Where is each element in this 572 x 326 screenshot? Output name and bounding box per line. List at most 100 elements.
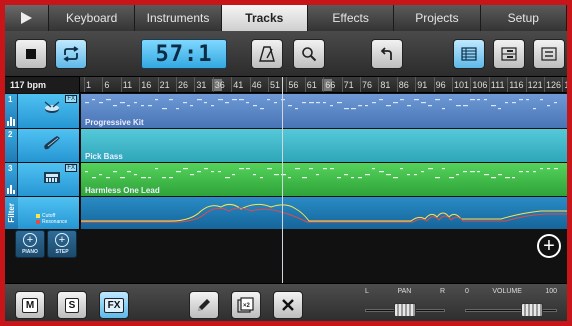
filter-header-body[interactable]: Cutoff Resonance xyxy=(18,197,79,229)
note-mark xyxy=(456,174,459,176)
position-display: 57:1 xyxy=(141,39,227,69)
add-track-button[interactable]: + xyxy=(537,234,561,258)
note-mark xyxy=(162,177,166,179)
tab-instruments[interactable]: Instruments xyxy=(135,5,222,31)
zoom-button[interactable] xyxy=(293,39,325,69)
stop-button[interactable] xyxy=(15,39,47,69)
note-mark xyxy=(337,102,342,104)
fx-indicator[interactable]: FX xyxy=(65,95,77,103)
tab-keyboard[interactable]: Keyboard xyxy=(49,5,136,31)
note-mark xyxy=(512,177,515,179)
piano-roll-button[interactable]: + PIANO xyxy=(15,230,45,258)
timeline-ruler[interactable]: 1 6 11 16 21 26 31 36 41 46 51 56 61 66 71 76 81 86 91 96 10… xyxy=(80,77,567,93)
tab-setup[interactable]: Setup xyxy=(480,5,567,31)
synth-icon xyxy=(44,172,60,183)
note-mark xyxy=(351,177,354,179)
note-mark xyxy=(344,108,349,110)
pan-knob[interactable] xyxy=(394,303,416,317)
note-mark xyxy=(484,99,487,101)
note-mark xyxy=(204,102,207,104)
loop-icon xyxy=(63,46,79,62)
track-name: Progressive Kit xyxy=(85,118,144,127)
track-lane-1[interactable]: Progressive Kit xyxy=(81,94,567,128)
note-mark xyxy=(120,177,125,179)
close-icon xyxy=(282,299,294,311)
loop-button[interactable] xyxy=(55,39,87,69)
track-header-body[interactable]: FX xyxy=(18,163,79,196)
step-sequencer-button[interactable]: + STEP xyxy=(47,230,77,258)
note-mark xyxy=(351,108,356,110)
track-header-body[interactable]: FX xyxy=(18,94,79,128)
tab-tracks[interactable]: Tracks xyxy=(221,5,308,31)
fx-button[interactable]: FX xyxy=(99,291,129,319)
solo-button[interactable]: S xyxy=(57,291,87,319)
note-mark xyxy=(246,102,249,104)
volume-slider[interactable]: 0 VOLUME 100 xyxy=(465,288,557,321)
ruler-tick: 121 xyxy=(525,77,543,92)
note-mark xyxy=(484,174,489,176)
filter-lane[interactable] xyxy=(81,197,567,229)
filter-header[interactable]: Filter Cutoff Resonance xyxy=(5,197,80,229)
note-mark xyxy=(519,99,523,101)
track-view-button[interactable] xyxy=(453,39,485,69)
note-mark xyxy=(407,174,410,176)
note-mark xyxy=(393,102,398,104)
note-mark xyxy=(197,99,202,101)
note-mark xyxy=(379,171,384,173)
pan-label: PAN xyxy=(397,288,412,295)
track-side-strip: 3 xyxy=(5,163,18,196)
note-mark xyxy=(225,102,229,104)
track-header-3[interactable]: 3 FX xyxy=(5,163,80,196)
note-mark xyxy=(162,108,167,110)
note-mark xyxy=(127,105,130,107)
fx-indicator[interactable]: FX xyxy=(65,164,77,172)
note-mark xyxy=(155,99,158,101)
track-lane-2[interactable]: Pick Bass xyxy=(81,129,567,162)
volume-knob[interactable] xyxy=(521,303,543,317)
note-mark xyxy=(120,102,125,104)
mute-button[interactable]: M xyxy=(15,291,45,319)
track-number: 3 xyxy=(8,164,13,173)
note-mark xyxy=(148,105,152,107)
note-mark xyxy=(211,171,214,173)
note-mark xyxy=(204,168,208,170)
track-header-body[interactable] xyxy=(18,129,79,162)
note-mark xyxy=(498,108,501,110)
note-mark xyxy=(554,102,557,104)
drum-kit-icon xyxy=(44,101,60,113)
note-mark xyxy=(134,174,137,176)
note-mark xyxy=(330,168,334,170)
note-mark xyxy=(372,168,375,170)
mixer-view-button[interactable] xyxy=(493,39,525,69)
edit-button[interactable] xyxy=(189,291,219,319)
note-mark xyxy=(190,105,193,107)
play-button[interactable] xyxy=(5,5,49,31)
note-mark xyxy=(92,99,95,101)
note-mark xyxy=(260,177,263,179)
undo-icon xyxy=(380,47,392,60)
undo-button[interactable] xyxy=(371,39,403,69)
note-mark xyxy=(267,99,270,101)
note-mark xyxy=(225,177,230,179)
pan-slider[interactable]: L PAN R xyxy=(365,288,445,321)
metronome-button[interactable] xyxy=(251,39,283,69)
tab-projects[interactable]: Projects xyxy=(394,5,481,31)
note-mark xyxy=(365,105,368,107)
note-mark xyxy=(106,177,110,179)
list-view-button[interactable] xyxy=(533,39,565,69)
tempo-readout[interactable]: 117 bpm xyxy=(5,77,80,93)
note-mark xyxy=(113,171,117,173)
level-meter-icon xyxy=(7,185,16,194)
note-mark xyxy=(232,174,235,176)
duplicate-button[interactable]: ×2 xyxy=(231,291,261,319)
tab-effects[interactable]: Effects xyxy=(307,5,395,31)
track-header-2[interactable]: 2 xyxy=(5,129,80,162)
track-lane-3[interactable]: Harmless One Lead xyxy=(81,163,567,196)
playhead[interactable] xyxy=(282,77,283,289)
delete-button[interactable] xyxy=(273,291,303,319)
duplicate-label: ×2 xyxy=(243,303,251,309)
note-mark xyxy=(316,102,320,104)
track-header-1[interactable]: 1 FX xyxy=(5,94,80,128)
note-mark xyxy=(435,177,440,179)
note-mark xyxy=(414,174,417,176)
